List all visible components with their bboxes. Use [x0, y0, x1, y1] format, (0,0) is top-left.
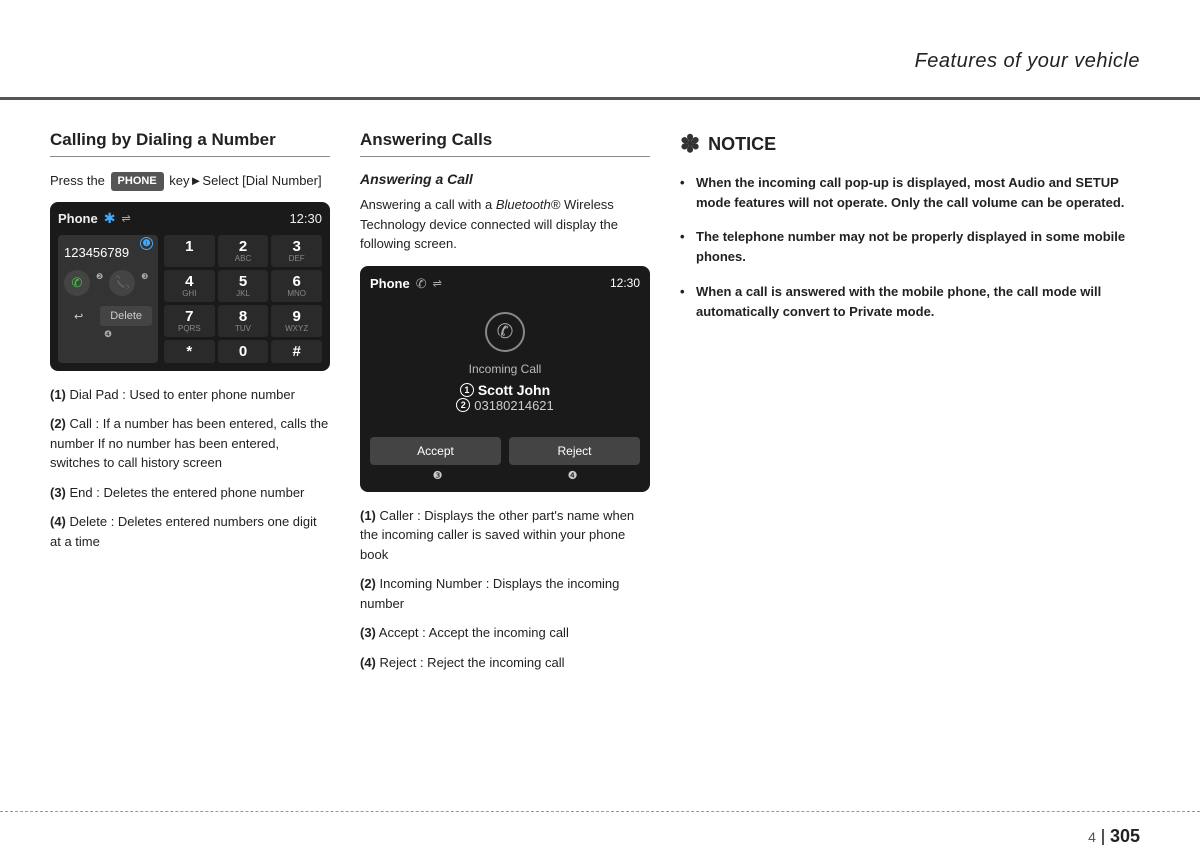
page-numbers: 4 305 — [1088, 826, 1140, 847]
ann-1: ❶ — [140, 237, 153, 250]
numpad-key[interactable]: 2ABC — [218, 235, 269, 267]
accept-btn[interactable]: Accept — [370, 437, 501, 465]
section-title-mid: Answering Calls — [360, 130, 650, 157]
list-item: (4) Reject : Reject the incoming call — [360, 653, 650, 673]
page-footer: 4 305 — [0, 811, 1200, 861]
back-btn[interactable]: ↩ — [64, 306, 93, 327]
answering-subtitle: Answering a Call — [360, 171, 650, 187]
number-display-area: ❶ 123456789 ✆ ❷ 📞 ❸ — [58, 235, 158, 363]
list-item: (3) End : Deletes the entered phone numb… — [50, 483, 330, 503]
notice-item: When a call is answered with the mobile … — [680, 282, 1150, 322]
numpad-key[interactable]: 4GHI — [164, 270, 215, 302]
ann-reject: ❹ — [568, 469, 578, 482]
notice-item: The telephone number may not be properly… — [680, 227, 1150, 267]
answer-desc-list: (1) Caller : Displays the other part's n… — [360, 506, 650, 673]
incoming-body: ✆ Incoming Call 1 Scott John 2 031802146… — [370, 302, 640, 423]
numpad-key[interactable]: # — [271, 340, 322, 363]
incoming-call-screen: Phone ✆ ⇌ 12:30 ✆ Incoming Call 1 Scott … — [360, 266, 650, 492]
dial-phone-screen: Phone ✱ ⇌ 12:30 ❶ 123456789 ✆ — [50, 202, 330, 371]
phone-key-badge: PHONE — [111, 172, 164, 192]
action-row: ✆ ❷ 📞 ❸ — [64, 270, 152, 296]
numpad-key[interactable]: 1 — [164, 235, 215, 267]
reject-btn[interactable]: Reject — [509, 437, 640, 465]
notice-header: ✽ NOTICE — [680, 130, 1150, 159]
right-column: ✽ NOTICE When the incoming call pop-up i… — [680, 130, 1150, 791]
phone-top-bar: Phone ✱ ⇌ 12:30 — [58, 210, 322, 227]
phone-bottom-row: ↩ Delete — [64, 300, 152, 327]
numpad-key[interactable]: 9WXYZ — [271, 305, 322, 337]
ann-caller-2: 2 — [456, 398, 470, 412]
phone-icon-circle: ✆ — [485, 312, 525, 352]
numpad-key[interactable]: 6MNO — [271, 270, 322, 302]
list-item: (3) Accept : Accept the incoming call — [360, 623, 650, 643]
notice-list: When the incoming call pop-up is display… — [680, 173, 1150, 322]
phone-time-left: 12:30 — [289, 211, 322, 226]
list-item: (2) Incoming Number : Displays the incom… — [360, 574, 650, 613]
call-btn: ✆ — [64, 270, 90, 296]
notice-title: NOTICE — [708, 134, 776, 155]
phone-numpad-area: ❶ 123456789 ✆ ❷ 📞 ❸ — [58, 235, 322, 363]
caller-name: 1 Scott John — [370, 382, 640, 398]
numpad-key[interactable]: 0 — [218, 340, 269, 363]
incoming-top-bar: Phone ✆ ⇌ 12:30 — [370, 276, 640, 292]
mid-column: Answering Calls Answering a Call Answeri… — [360, 130, 660, 791]
numpad-grid: 12ABC3DEF 4GHI5JKL6MNO 7PQRS8TUV9WXYZ *0# — [164, 235, 322, 363]
phone-title: Phone — [58, 211, 98, 226]
notice-item: When the incoming call pop-up is display… — [680, 173, 1150, 213]
page-section: 4 — [1088, 829, 1104, 845]
main-content: Calling by Dialing a Number Press the PH… — [0, 100, 1200, 811]
incoming-time: 12:30 — [610, 276, 640, 292]
dial-desc-list: (1) Dial Pad : Used to enter phone numbe… — [50, 385, 330, 552]
button-annotations: ❸ ❹ — [370, 469, 640, 482]
page-total: 305 — [1110, 826, 1140, 847]
bluetooth-text: Bluetooth® — [496, 197, 561, 212]
ann-caller-1: 1 — [460, 383, 474, 397]
answering-intro: Answering a call with a Bluetooth® Wirel… — [360, 195, 650, 254]
numpad-key[interactable]: * — [164, 340, 215, 363]
list-item: (4) Delete : Deletes entered numbers one… — [50, 512, 330, 551]
delete-btn[interactable]: Delete — [100, 306, 152, 326]
list-item: (2) Call : If a number has been entered,… — [50, 414, 330, 473]
numpad-key[interactable]: 7PQRS — [164, 305, 215, 337]
end-btn: 📞 — [109, 270, 135, 296]
ann-accept: ❸ — [433, 469, 443, 482]
number-display-text: 123456789 — [64, 245, 152, 260]
notice-star: ✽ — [680, 130, 700, 159]
incoming-label: Incoming Call — [370, 362, 640, 376]
list-item: (1) Dial Pad : Used to enter phone numbe… — [50, 385, 330, 405]
page-header: Features of your vehicle — [0, 0, 1200, 100]
numpad-key[interactable]: 5JKL — [218, 270, 269, 302]
section-title-left: Calling by Dialing a Number — [50, 130, 330, 157]
press-instruction: Press the PHONE key►Select [Dial Number] — [50, 171, 330, 192]
left-column: Calling by Dialing a Number Press the PH… — [50, 130, 340, 791]
caller-number: 2 03180214621 — [370, 398, 640, 413]
page-title: Features of your vehicle — [915, 50, 1140, 73]
list-item: (1) Caller : Displays the other part's n… — [360, 506, 650, 565]
incoming-buttons: Accept Reject — [370, 437, 640, 465]
numpad-key[interactable]: 8TUV — [218, 305, 269, 337]
numpad-key[interactable]: 3DEF — [271, 235, 322, 267]
incoming-phone-title: Phone — [370, 276, 410, 291]
